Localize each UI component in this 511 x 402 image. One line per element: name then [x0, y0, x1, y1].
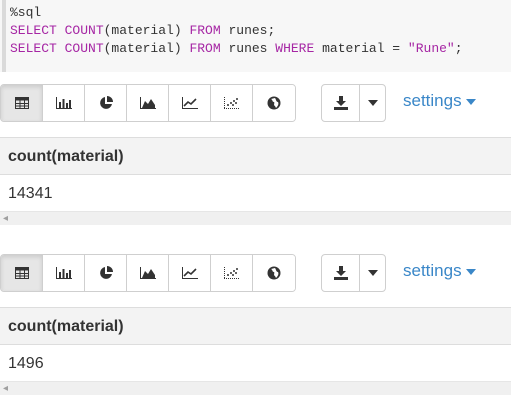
scroll-left-icon[interactable]: ◂	[3, 213, 8, 225]
table-cell: 14341	[8, 185, 53, 202]
scroll-left-icon[interactable]: ◂	[3, 383, 8, 395]
download-group	[321, 84, 386, 122]
table-view-button[interactable]	[1, 85, 43, 121]
table-icon	[14, 267, 29, 279]
settings-toggle[interactable]: settings	[403, 91, 476, 111]
map-button[interactable]	[253, 255, 295, 291]
line-chart-button[interactable]	[169, 255, 211, 291]
download-icon	[333, 96, 348, 110]
code-cell[interactable]: %sql SELECT COUNT(material) FROM runes; …	[0, 0, 511, 72]
map-button[interactable]	[253, 85, 295, 121]
area-chart-icon	[139, 267, 156, 279]
caret-down-icon	[367, 270, 378, 276]
scatter-chart-button[interactable]	[211, 255, 253, 291]
code-token: SELECT COUNT	[10, 41, 104, 56]
bar-chart-button[interactable]	[43, 85, 85, 121]
visualization-toolbar: settings	[0, 254, 511, 292]
code-token: (material)	[103, 41, 190, 56]
code-token: SELECT COUNT	[10, 23, 104, 38]
area-chart-button[interactable]	[127, 255, 169, 291]
table-row: 14341	[0, 175, 511, 211]
code-token: "Rune"	[407, 41, 455, 56]
cell-gutter	[2, 0, 6, 72]
code-token: runes	[220, 41, 276, 56]
bar-chart-icon	[55, 97, 72, 109]
caret-down-icon	[367, 100, 378, 106]
area-chart-button[interactable]	[127, 85, 169, 121]
download-button[interactable]	[322, 85, 360, 121]
table-icon	[14, 97, 29, 109]
pie-chart-button[interactable]	[85, 255, 127, 291]
code-token: runes;	[220, 23, 276, 38]
settings-label: settings	[403, 261, 462, 280]
horizontal-scrollbar[interactable]: ◂	[0, 211, 511, 225]
visualization-toolbar: settings	[0, 84, 511, 122]
code-token: ;	[454, 41, 463, 56]
code-token: FROM	[189, 41, 221, 56]
table-view-button[interactable]	[1, 255, 43, 291]
area-chart-icon	[139, 97, 156, 109]
bar-chart-button[interactable]	[43, 255, 85, 291]
scatter-chart-icon	[223, 267, 240, 279]
table-cell: 1496	[8, 355, 44, 372]
line-chart-button[interactable]	[169, 85, 211, 121]
download-button[interactable]	[322, 255, 360, 291]
settings-label: settings	[403, 91, 462, 110]
scatter-chart-icon	[223, 97, 240, 109]
download-menu-button[interactable]	[360, 255, 385, 291]
table-header: count(material)	[0, 307, 511, 345]
chart-type-group	[0, 254, 296, 292]
download-menu-button[interactable]	[360, 85, 385, 121]
caret-down-icon	[465, 99, 476, 105]
download-icon	[333, 266, 348, 280]
line-chart-icon	[181, 97, 198, 109]
table-row: 1496	[0, 345, 511, 381]
code-editor[interactable]: %sql SELECT COUNT(material) FROM runes; …	[10, 4, 463, 58]
table-header: count(material)	[0, 137, 511, 175]
chart-type-group	[0, 84, 296, 122]
column-header: count(material)	[8, 148, 124, 165]
bar-chart-icon	[55, 267, 72, 279]
magic-command: %sql	[10, 5, 42, 20]
code-token: WHERE	[275, 41, 315, 56]
settings-toggle[interactable]: settings	[403, 261, 476, 281]
code-token: FROM	[189, 23, 221, 38]
map-icon	[267, 96, 281, 110]
code-token: material =	[314, 41, 408, 56]
map-icon	[267, 266, 281, 280]
column-header: count(material)	[8, 318, 124, 335]
pie-chart-icon	[99, 266, 113, 279]
code-token: (material)	[103, 23, 190, 38]
horizontal-scrollbar[interactable]: ◂	[0, 381, 511, 395]
pie-chart-button[interactable]	[85, 85, 127, 121]
pie-chart-icon	[99, 96, 113, 109]
caret-down-icon	[465, 269, 476, 275]
scatter-chart-button[interactable]	[211, 85, 253, 121]
line-chart-icon	[181, 267, 198, 279]
download-group	[321, 254, 386, 292]
